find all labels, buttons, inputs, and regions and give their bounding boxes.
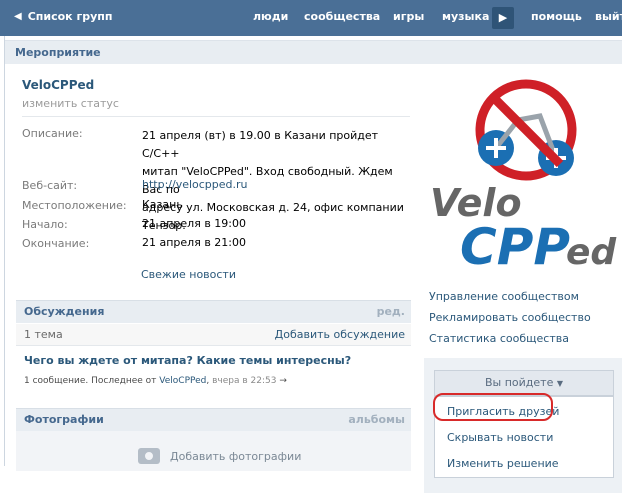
more-menu-button[interactable]: ▶ — [492, 7, 514, 29]
end-label: Окончание: — [22, 237, 90, 250]
topic-author-link[interactable]: VeloCPPed — [159, 376, 206, 386]
end-value: 21 апреля в 21:00 — [142, 236, 247, 249]
topic-date-link[interactable]: вчера в 22:53 — [212, 376, 276, 386]
nav-help[interactable]: помощь — [531, 10, 582, 23]
section-header: Мероприятие — [5, 40, 622, 64]
start-value: 21 апреля в 19:00 — [142, 217, 247, 230]
start-label: Начало: — [22, 218, 68, 231]
website-link[interactable]: http://velocpped.ru — [142, 176, 412, 194]
logo-ed: ed — [566, 232, 617, 273]
highlight-ring — [433, 393, 553, 421]
add-photos-button[interactable]: Добавить фотографии — [138, 448, 301, 464]
photos-header: Фотографии альбомы — [16, 408, 411, 431]
advertise-community-link[interactable]: Рекламировать сообщество — [429, 311, 591, 324]
back-label: Список групп — [27, 10, 113, 23]
location-value: Казань — [142, 198, 183, 211]
back-arrow-icon: ◀ — [14, 11, 22, 22]
manage-community-link[interactable]: Управление сообществом — [429, 290, 579, 303]
group-logo: Velo CPP ed — [430, 79, 617, 276]
topic-arrow-icon[interactable]: → — [279, 376, 287, 386]
description-label: Описание: — [22, 127, 83, 140]
location-label: Местоположение: — [22, 199, 127, 212]
discussions-subbar: 1 тема Добавить обсуждение — [16, 324, 411, 346]
logo-cpp: CPP — [460, 218, 570, 276]
page-border — [4, 36, 5, 466]
add-discussion-link[interactable]: Добавить обсуждение — [275, 328, 405, 341]
nav-people[interactable]: люди — [253, 10, 288, 23]
description-line: 21 апреля (вт) в 19.00 в Казани пройдет … — [142, 129, 379, 160]
discussions-edit-link[interactable]: ред. — [377, 305, 405, 318]
add-photos-label: Добавить фотографии — [170, 449, 302, 463]
attend-label: Вы пойдете — [484, 376, 554, 389]
community-stats-link[interactable]: Статистика сообщества — [429, 332, 569, 345]
section-title: Мероприятие — [15, 46, 101, 59]
play-arrow-icon: ▶ — [498, 11, 508, 24]
fresh-news-link[interactable]: Свежие новости — [141, 268, 236, 281]
camera-icon — [138, 448, 160, 464]
discussions-title[interactable]: Обсуждения — [24, 305, 104, 318]
change-decision-item[interactable]: Изменить решение — [447, 457, 559, 470]
nav-communities[interactable]: сообщества — [304, 10, 380, 23]
caret-down-icon: ▼ — [556, 379, 563, 388]
photos-title[interactable]: Фотографии — [24, 413, 104, 426]
website-label: Веб-сайт: — [22, 179, 78, 192]
topics-count: 1 тема — [24, 328, 63, 341]
divider — [22, 116, 410, 117]
change-status-link[interactable]: изменить статус — [22, 97, 119, 110]
topic-meta-prefix: 1 сообщение. Последнее от — [24, 376, 157, 386]
back-to-groups-link[interactable]: ◀ Список групп — [14, 10, 112, 23]
nav-logout[interactable]: выйти — [595, 10, 622, 23]
nav-music[interactable]: музыка — [442, 10, 489, 23]
discussions-header: Обсуждения ред. — [16, 300, 411, 323]
group-name: VeloCPPed — [22, 78, 95, 92]
topic-title-link[interactable]: Чего вы ждете от митапа? Какие темы инте… — [24, 354, 351, 367]
albums-link[interactable]: альбомы — [348, 413, 405, 426]
top-navigation-bar: ◀ Список групп люди сообщества игры музы… — [0, 0, 622, 36]
nav-games[interactable]: игры — [393, 10, 424, 23]
hide-news-item[interactable]: Скрывать новости — [447, 431, 553, 444]
topic-meta: 1 сообщение. Последнее от VeloCPPed, вче… — [24, 376, 287, 386]
